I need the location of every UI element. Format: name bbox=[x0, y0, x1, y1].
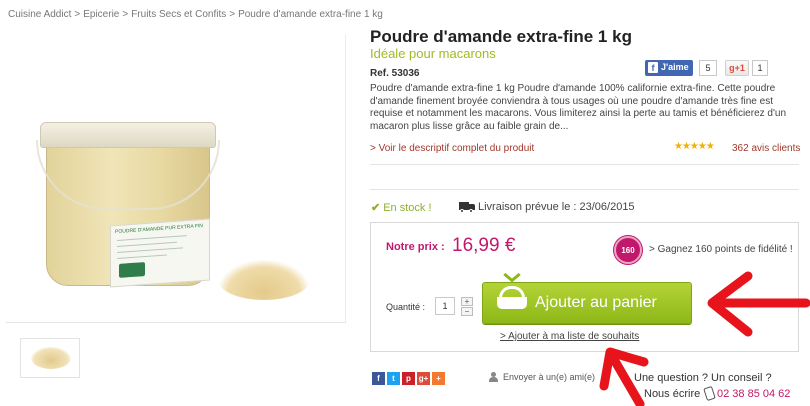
annotation-arrow-down bbox=[599, 347, 649, 406]
annotation-arrows bbox=[599, 271, 810, 406]
annotation-arrow-right bbox=[707, 271, 810, 337]
